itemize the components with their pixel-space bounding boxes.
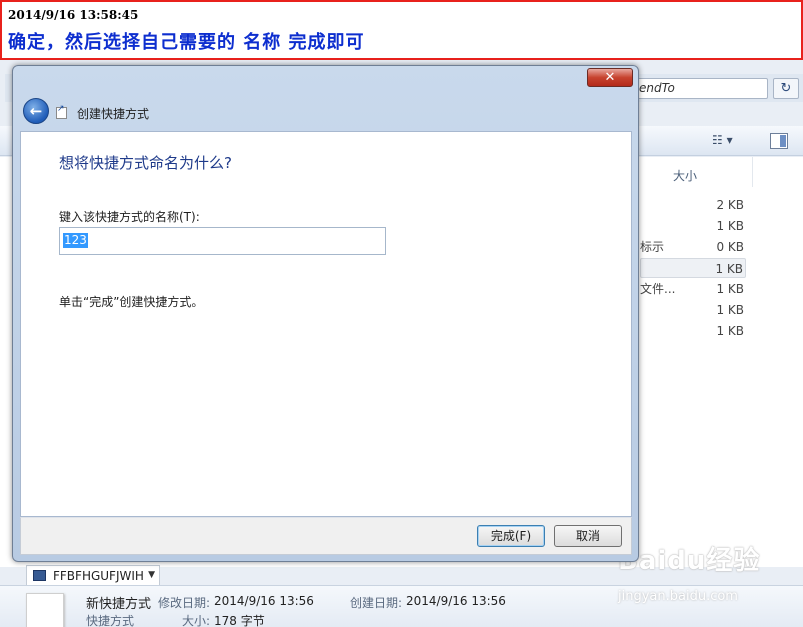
file-size-selected[interactable]: 1 KB	[640, 258, 746, 278]
file-size: 1 KB	[716, 282, 744, 296]
file-size: 1 KB	[716, 219, 744, 233]
view-icon: ☷	[712, 133, 723, 147]
view-options-button[interactable]: ☷ ▾	[712, 133, 752, 151]
details-file-type: 快捷方式	[86, 614, 135, 627]
shortcut-icon	[56, 104, 67, 119]
computer-name: FFBFHGUFJWIH	[53, 569, 144, 583]
computer-icon	[33, 570, 46, 581]
file-size: 1 KB	[716, 324, 744, 338]
preview-pane-button[interactable]	[770, 133, 788, 149]
annotation-banner: 2014/9/16 13:58:45 确定，然后选择自己需要的 名称 完成即可	[0, 0, 803, 60]
details-modified-label: 修改日期:	[158, 596, 211, 610]
shortcut-name-value: 123	[63, 233, 88, 248]
address-path: endTo	[639, 81, 675, 95]
watermark-logo: Baidu经验	[618, 546, 761, 576]
details-modified-value: 2014/9/16 13:56	[214, 594, 314, 608]
file-size: 2 KB	[716, 198, 744, 212]
dialog-hint: 单击“完成”创建快捷方式。	[59, 295, 204, 309]
chevron-down-icon: ▾	[726, 133, 733, 147]
file-size: 1 KB	[716, 303, 744, 317]
dialog-footer: 完成(F) 取消	[20, 517, 632, 555]
banner-timestamp: 2014/9/16 13:58:45	[8, 8, 139, 22]
finish-button[interactable]: 完成(F)	[477, 525, 545, 547]
banner-caption: 确定，然后选择自己需要的 名称 完成即可	[8, 32, 365, 53]
details-created-label: 创建日期:	[350, 596, 403, 610]
back-arrow-icon: ←	[29, 102, 43, 120]
name-field-label: 键入该快捷方式的名称(T):	[59, 210, 200, 224]
details-size-value: 178 字节	[214, 614, 265, 627]
chevron-down-icon: ▼	[148, 570, 155, 580]
shortcut-file-icon	[26, 593, 64, 627]
dialog-header: ← 创建快捷方式	[20, 96, 632, 130]
details-size-label: 大小:	[182, 614, 211, 627]
dialog-question: 想将快捷方式命名为什么?	[59, 154, 232, 172]
column-divider	[752, 157, 753, 187]
file-size: 0 KB	[716, 240, 744, 254]
close-icon: ✕	[604, 70, 616, 85]
details-file-name: 新快捷方式	[86, 597, 152, 612]
create-shortcut-dialog: ✕ ← 创建快捷方式 想将快捷方式命名为什么? 键入该快捷方式的名称(T): 1…	[12, 65, 639, 562]
column-header-size[interactable]: 大小	[673, 167, 697, 184]
watermark-url: jingyan.baidu.com	[618, 589, 738, 604]
dialog-content: 想将快捷方式命名为什么? 键入该快捷方式的名称(T): 123 单击“完成”创建…	[20, 131, 632, 517]
cancel-button[interactable]: 取消	[554, 525, 622, 547]
baidu-watermark: Baidu经验 jingyan.baidu.com	[618, 540, 768, 610]
shortcut-name-input[interactable]: 123	[59, 227, 386, 255]
back-button[interactable]: ←	[23, 98, 49, 124]
close-button[interactable]: ✕	[587, 68, 633, 87]
computer-breadcrumb[interactable]: FFBFHGUFJWIH ▼	[26, 565, 160, 587]
dialog-title: 创建快捷方式	[77, 107, 150, 121]
details-created-value: 2014/9/16 13:56	[406, 594, 506, 608]
refresh-button[interactable]: ↻	[773, 78, 799, 99]
